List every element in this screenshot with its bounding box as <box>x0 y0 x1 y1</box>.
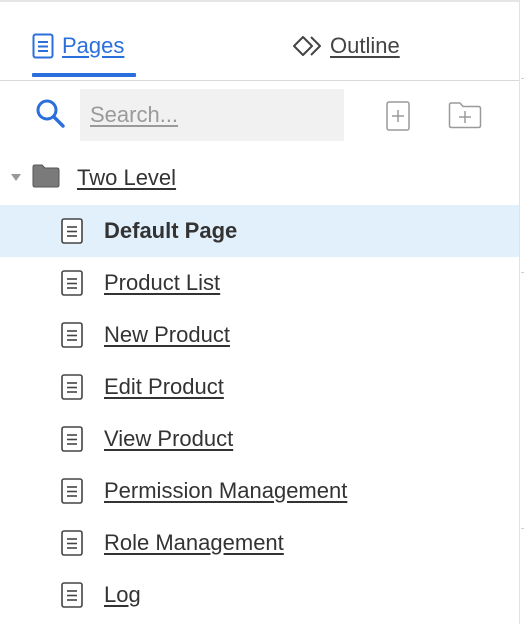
page-icon <box>61 322 83 348</box>
panel-tabs: Pages Outline <box>0 2 519 81</box>
page-label: Log <box>104 582 141 607</box>
page-icon <box>61 374 83 400</box>
page-label: Permission Management <box>104 478 348 503</box>
tree-page-permission-management[interactable]: Permission Management <box>0 465 519 517</box>
tab-outline[interactable]: Outline <box>292 28 400 64</box>
outline-diamond-icon <box>293 36 321 56</box>
tab-outline-label: Outline <box>330 33 400 58</box>
tree-page-log[interactable]: Log <box>0 569 519 621</box>
page-icon <box>61 270 83 296</box>
pages-panel: Pages Outline Search... Two Level Defaul… <box>0 0 520 624</box>
pages-toolbar: Search... <box>0 81 519 153</box>
page-icon <box>61 478 83 504</box>
tree-page-view-product[interactable]: View Product <box>0 413 519 465</box>
page-label: Edit Product <box>104 374 224 399</box>
tree-folder-two-level[interactable]: Two Level <box>0 153 519 205</box>
active-tab-indicator <box>32 73 136 77</box>
search-input[interactable]: Search... <box>80 89 344 141</box>
tab-pages[interactable]: Pages <box>32 28 124 64</box>
tree-page-role-management[interactable]: Role Management <box>0 517 519 569</box>
folder-label: Two Level <box>77 165 177 190</box>
page-icon <box>61 530 83 556</box>
tree-page-default-page[interactable]: Default Page <box>0 205 519 257</box>
page-label: Role Management <box>104 530 284 555</box>
caret-down-icon[interactable] <box>11 173 21 183</box>
page-label: Default Page <box>104 218 238 243</box>
page-label: Product List <box>104 270 221 295</box>
page-icon <box>61 582 83 608</box>
page-icon <box>61 218 83 244</box>
page-label: View Product <box>104 426 234 451</box>
page-icon <box>61 426 83 452</box>
page-tree: Two Level Default Page Product List New … <box>0 153 519 621</box>
page-label: New Product <box>104 322 230 347</box>
page-icon <box>32 33 54 59</box>
add-folder-icon[interactable] <box>448 101 482 129</box>
search-placeholder: Search... <box>90 102 179 127</box>
tab-pages-label: Pages <box>62 33 125 58</box>
tree-page-edit-product[interactable]: Edit Product <box>0 361 519 413</box>
search-icon[interactable] <box>34 97 68 131</box>
folder-icon <box>32 164 60 188</box>
tree-page-new-product[interactable]: New Product <box>0 309 519 361</box>
tree-page-product-list[interactable]: Product List <box>0 257 519 309</box>
add-page-icon[interactable] <box>386 101 410 131</box>
